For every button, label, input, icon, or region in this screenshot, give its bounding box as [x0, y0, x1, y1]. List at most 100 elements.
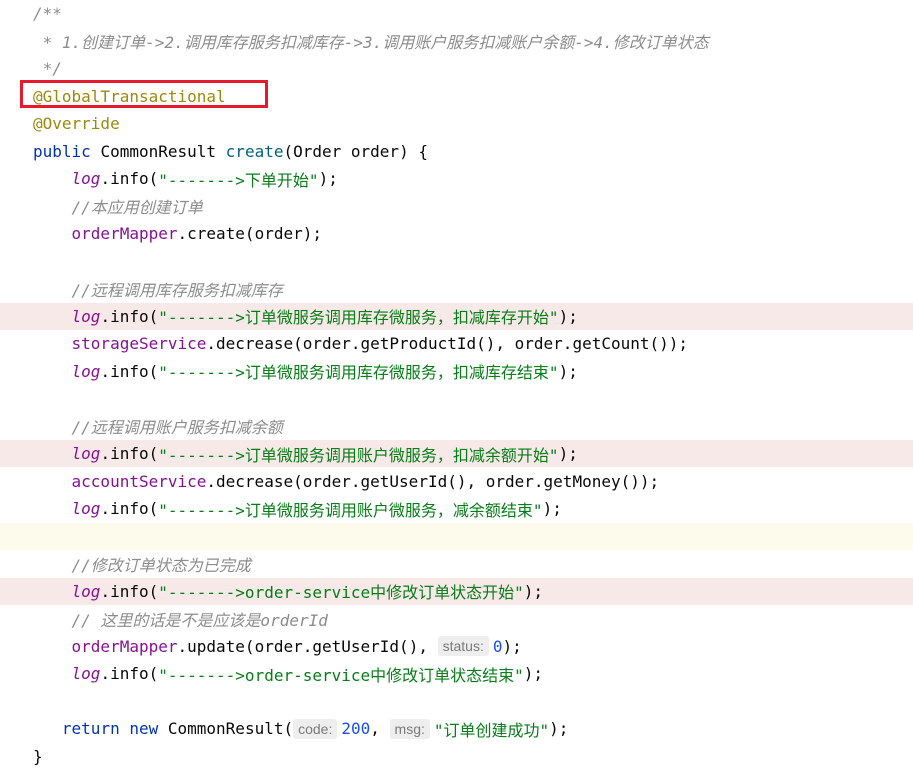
code-line[interactable]: //修改订单状态为已完成 — [0, 550, 913, 577]
code-token: .info( — [100, 444, 159, 463]
code-line[interactable]: orderMapper .create(order); — [0, 220, 913, 247]
code-line[interactable]: log .info("------->order-service中修改订单状态开始… — [0, 577, 913, 605]
code-token: "------->order-service中修改订单状态开始" — [158, 583, 524, 602]
code-line[interactable]: */ — [0, 55, 913, 82]
code-token: .info( — [100, 664, 159, 683]
code-token: @Override — [33, 114, 120, 133]
code-token: , — [370, 719, 390, 738]
code-token: storageService — [71, 334, 207, 353]
code-token: ); — [542, 499, 562, 518]
code-token: ); — [523, 581, 544, 601]
code-line[interactable] — [0, 385, 913, 412]
code-line[interactable]: log .info("------->订单微服务调用账户微服务，减余额结束"); — [0, 495, 913, 522]
parameter-hint: code: — [293, 718, 338, 739]
code-line[interactable]: * 1.创建订单->2.调用库存服务扣减库存->3.调用账户服务扣减账户余额->… — [0, 28, 913, 55]
code-token: .decrease(order.getProductId(), order.ge… — [206, 334, 689, 353]
code-token: } — [33, 746, 43, 766]
code-token: create — [225, 141, 284, 161]
code-editor[interactable]: /** * 1.创建订单->2.调用库存服务扣减库存->3.调用账户服务扣减账户… — [0, 0, 913, 766]
code-token: log — [71, 581, 101, 601]
code-token: orderMapper — [71, 636, 178, 656]
code-token: log — [71, 361, 101, 381]
code-token: ); — [549, 719, 569, 738]
parameter-hint: msg: — [389, 718, 430, 739]
code-token: //本应用创建订单 — [33, 198, 203, 217]
code-line[interactable]: //远程调用账户服务扣减余额 — [0, 413, 913, 440]
code-token: 0 — [492, 636, 503, 656]
code-token: ); — [502, 636, 522, 656]
code-token: .create(order); — [177, 224, 323, 243]
code-line[interactable] — [0, 248, 913, 275]
code-token: //远程调用账户服务扣减余额 — [33, 418, 283, 437]
code-token: ); — [523, 664, 544, 683]
code-token: "------->订单微服务调用库存微服务，扣减库存开始" — [158, 308, 559, 327]
code-line[interactable]: //远程调用库存服务扣减库存 — [0, 275, 913, 302]
code-token: .info( — [100, 306, 159, 326]
code-line[interactable] — [0, 522, 913, 550]
code-line[interactable]: @Override — [0, 110, 913, 137]
code-token: .info( — [100, 361, 159, 381]
code-token: "------->订单微服务调用账户微服务，减余额结束" — [158, 500, 543, 520]
code-line[interactable]: // 这里的话是不是应该是orderId — [0, 605, 913, 632]
code-token: ); — [558, 306, 578, 326]
code-token: log — [71, 306, 101, 326]
code-line[interactable]: /** — [0, 0, 913, 27]
code-line[interactable]: log .info("------->订单微服务调用账户微服务，扣减余额开始"); — [0, 440, 913, 467]
code-token: CommonResult( — [167, 719, 294, 738]
code-token: "------->下单开始" — [158, 170, 319, 190]
parameter-hint: status: — [437, 636, 489, 656]
code-token: */ — [33, 59, 62, 78]
code-line[interactable]: orderMapper .update(order.getUserId(), st… — [0, 633, 913, 660]
code-token: log — [71, 499, 101, 518]
code-line[interactable]: log .info("------->下单开始"); — [0, 165, 913, 192]
code-token: @GlobalTransactional — [33, 86, 226, 106]
code-line[interactable]: accountService .decrease(order.getUserId(… — [0, 468, 913, 495]
code-line[interactable]: } — [0, 743, 913, 770]
code-token: log — [71, 169, 101, 188]
code-token: /** — [33, 4, 62, 23]
code-line[interactable]: //本应用创建订单 — [0, 193, 913, 220]
code-token: CommonResult — [100, 141, 226, 161]
code-token: ); — [558, 444, 578, 463]
code-token: "------->订单微服务调用账户微服务，扣减余额开始" — [158, 445, 559, 465]
code-token: //修改订单状态为已完成 — [33, 555, 251, 575]
code-token: //远程调用库存服务扣减库存 — [33, 280, 283, 300]
code-token: * 1.创建订单->2.调用库存服务扣减库存->3.调用账户服务扣减账户余额->… — [33, 33, 709, 52]
code-token: "------->order-service中修改订单状态结束" — [158, 665, 524, 685]
code-token: public — [33, 141, 101, 161]
code-line[interactable]: return new CommonResult(code: 200, msg: "订… — [0, 715, 913, 742]
code-line[interactable]: @GlobalTransactional — [0, 83, 913, 110]
code-token: .info( — [100, 499, 159, 518]
code-token: .update(order.getUserId(), — [177, 636, 438, 656]
code-line[interactable] — [0, 688, 913, 715]
code-token: "------->订单微服务调用库存微服务，扣减库存结束" — [158, 363, 559, 382]
code-token: return — [61, 719, 130, 738]
code-line[interactable]: public CommonResult create (Order order) … — [0, 138, 913, 165]
code-token: orderMapper — [71, 224, 178, 243]
code-line[interactable]: log .info("------->订单微服务调用库存微服务，扣减库存开始"); — [0, 302, 913, 330]
code-token: .info( — [100, 581, 159, 601]
code-line[interactable]: log .info("------->订单微服务调用库存微服务，扣减库存结束"); — [0, 358, 913, 385]
code-token: new — [129, 719, 168, 738]
code-token: "订单创建成功" — [433, 720, 550, 740]
code-token: ); — [318, 169, 338, 188]
code-token: (Order order) { — [283, 141, 428, 161]
code-token: .info( — [100, 169, 159, 188]
code-token: log — [71, 664, 101, 683]
code-token: 200 — [341, 719, 371, 738]
code-token: log — [71, 444, 101, 463]
code-line[interactable]: storageService .decrease(order.getProduct… — [0, 330, 913, 357]
code-line[interactable]: log .info("------->order-service中修改订单状态结束… — [0, 660, 913, 687]
